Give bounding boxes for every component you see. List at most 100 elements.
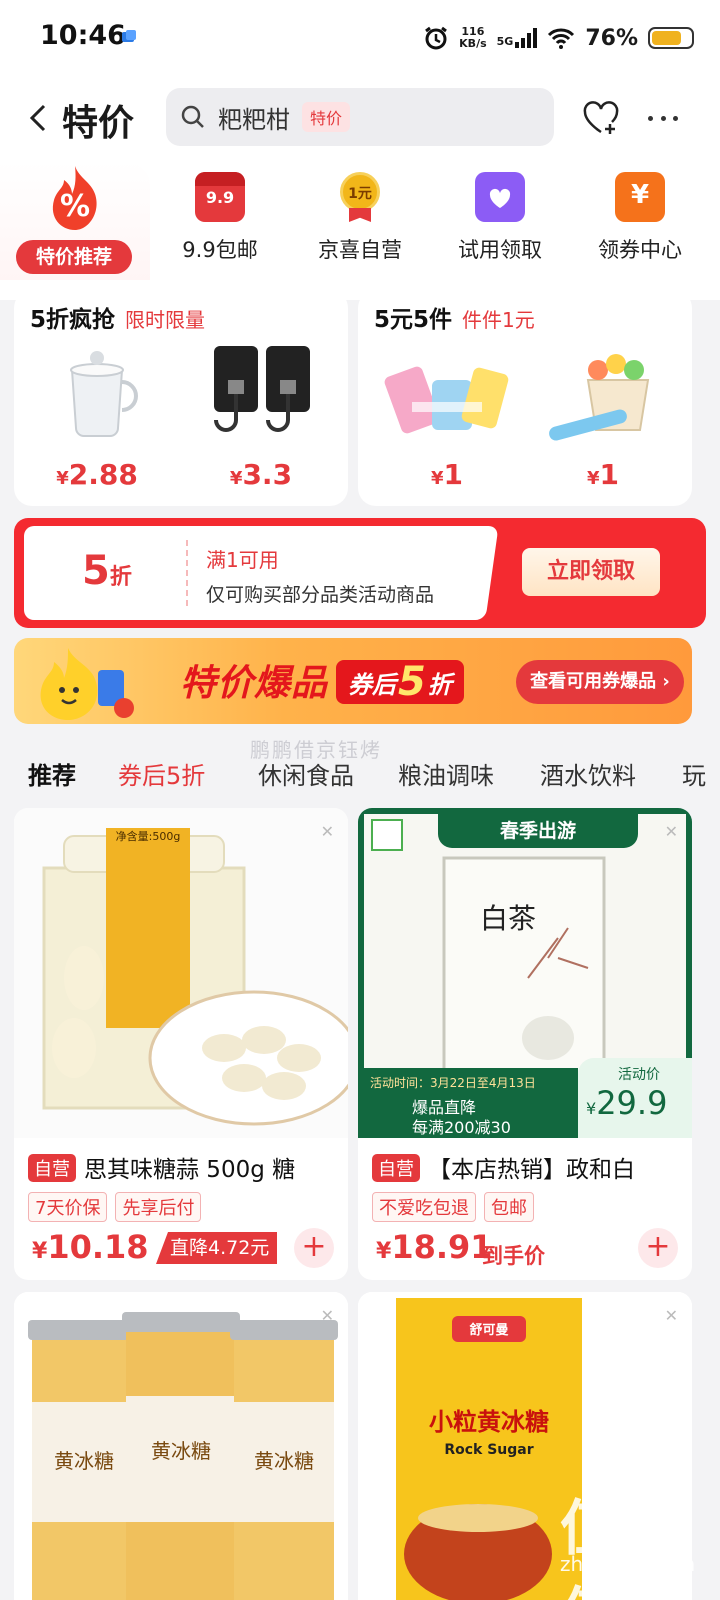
net-speed: 116 KB/s — [459, 25, 487, 50]
battery-percent: 76% — [585, 25, 638, 51]
search-tag: 特价 — [302, 102, 351, 132]
category-item-9-9-free-shipping[interactable]: 9.9 9.9包邮 — [150, 172, 290, 264]
alarm-icon — [425, 26, 448, 50]
deal-price: 1 — [443, 458, 463, 491]
wifi-icon — [548, 28, 575, 49]
flame-mascot-icon — [40, 648, 134, 720]
product-price: ¥10.18 — [32, 1228, 149, 1266]
tab-drinks[interactable]: 酒水饮料 — [540, 756, 636, 791]
more-options-icon[interactable] — [642, 98, 684, 138]
svg-text:黄冰糖: 黄冰糖 — [54, 1449, 114, 1473]
search-bar[interactable]: 粑粑柑 特价 — [166, 88, 554, 146]
gift-box-icon: 9.9 — [195, 172, 245, 222]
favorite-heart-icon[interactable] — [580, 98, 622, 138]
status-bar: 10:46 116 KB/s 5G 76% — [0, 0, 720, 76]
shopping-bag-heart-icon — [475, 172, 525, 222]
price-drop-badge: 直降4.72元 — [156, 1232, 278, 1264]
self-operated-badge: 自营 — [28, 1154, 76, 1182]
deal-card-half-price[interactable]: 5折疯抢 限时限量 ¥2.88 ¥3.3 — [14, 290, 348, 506]
coupon-ticket-icon: ¥ — [615, 172, 665, 222]
coupon-discount: 5折 — [82, 548, 132, 594]
label-text: 净含量:500g — [116, 829, 181, 843]
tab-toys[interactable]: 玩 — [682, 756, 706, 791]
puzzle-cube-image[interactable] — [372, 340, 522, 450]
header: 特价 粑粑柑 特价 — [0, 84, 720, 148]
self-operated-badge: 自营 — [372, 1154, 420, 1182]
product-card[interactable]: 白茶 春季出游 活动时间：3月22日至4月13日 爆品直降 每满200减30 活… — [358, 808, 692, 1280]
svg-text:%: % — [60, 189, 90, 224]
category-label: 试用领取 — [458, 238, 542, 262]
coin-ribbon-icon: 1元 — [335, 172, 385, 222]
deal-card-five-for-five[interactable]: 5元5件 件件1元 ¥1 ¥1 — [358, 290, 692, 506]
product-tag: 先享后付 — [115, 1192, 202, 1222]
signal-icon — [515, 28, 538, 48]
product-price: ¥18.91 — [376, 1228, 493, 1266]
category-item-trial[interactable]: 试用领取 — [430, 172, 570, 264]
site-watermark-logo: 值值值 — [560, 1494, 676, 1600]
back-arrow-icon[interactable] — [20, 98, 60, 138]
svg-text:黄冰糖: 黄冰糖 — [254, 1449, 314, 1473]
category-item-jingxi-self[interactable]: 1元 京喜自营 — [290, 172, 430, 264]
banner-title: 特价爆品 — [180, 663, 329, 704]
deal-subtitle: 限时限量 — [125, 308, 206, 332]
rock-sugar-jars-image[interactable]: 黄冰糖 黄冰糖 黄冰糖 — [14, 1292, 348, 1600]
deal-price: 2.88 — [68, 458, 138, 491]
activity-time: 活动时间：3月22日至4月13日 — [370, 1076, 536, 1090]
tab-half-price[interactable]: 券后5折 — [118, 756, 205, 791]
product-card[interactable]: 净含量:500g ✕ 自营 思其味糖蒜 500g 糖 7天价保 先享后付 ¥10.… — [14, 808, 348, 1280]
category-label: 领券中心 — [598, 238, 682, 262]
product-title: 思其味糖蒜 500g 糖 — [84, 1157, 296, 1183]
close-icon[interactable]: ✕ — [321, 1306, 334, 1325]
notification-icon — [122, 30, 136, 42]
product-tag: 7天价保 — [28, 1192, 108, 1222]
category-nav: % 特价推荐 9.9 9.9包邮 1元 京喜自营 试用领取 ¥ 领券中心 — [0, 162, 720, 280]
category-label: 特价推荐 — [16, 240, 132, 274]
tab-recommend[interactable]: 推荐 — [28, 756, 76, 791]
category-label: 9.9包邮 — [182, 238, 258, 262]
banner-discount-tag: 券后 5 折 — [336, 659, 464, 705]
wall-hooks-image[interactable] — [186, 340, 336, 450]
svg-text:小粒黄冰糖: 小粒黄冰糖 — [429, 1408, 549, 1436]
coupon-description: 仅可购买部分品类活动商品 — [206, 584, 435, 606]
close-icon[interactable]: ✕ — [321, 822, 334, 841]
category-item-deals[interactable]: % 特价推荐 — [0, 162, 150, 280]
category-label: 京喜自营 — [318, 238, 402, 262]
activity-overlay: 活动时间：3月22日至4月13日 爆品直降 每满200减30 活动价 ¥29.9 — [358, 1058, 692, 1138]
svg-text:舒可曼: 舒可曼 — [469, 1322, 508, 1338]
close-icon[interactable]: ✕ — [665, 822, 678, 841]
search-icon — [181, 105, 204, 128]
view-coupon-deals-button[interactable]: 查看可用券爆品 › — [516, 660, 684, 704]
activity-line: 每满200减30 — [412, 1118, 511, 1137]
search-query: 粑粑柑 — [218, 105, 290, 134]
flame-percent-icon: % — [52, 166, 97, 230]
svg-text:黄冰糖: 黄冰糖 — [151, 1439, 211, 1463]
promo-ribbon: 春季出游 — [438, 814, 638, 848]
activity-price: ¥29.9 — [586, 1084, 668, 1122]
glass-cup-image[interactable] — [22, 340, 172, 450]
tab-grain-oil[interactable]: 粮油调味 — [398, 756, 494, 791]
pickled-garlic-image[interactable]: 净含量:500g — [14, 808, 348, 1138]
product-title: 【本店热销】政和白 — [428, 1157, 635, 1183]
claim-coupon-button[interactable]: 立即领取 — [522, 548, 660, 596]
category-item-coupon-center[interactable]: ¥ 领券中心 — [570, 172, 710, 264]
price-note: 到手价 — [482, 1244, 545, 1268]
network-type: 5G — [496, 35, 514, 48]
tab-snacks[interactable]: 休闲食品 — [258, 756, 354, 791]
fruit-picks-image[interactable] — [528, 340, 678, 450]
status-time: 10:46 — [40, 20, 126, 51]
close-icon[interactable]: ✕ — [665, 1306, 678, 1325]
add-to-cart-button[interactable]: + — [638, 1228, 678, 1268]
category-tabs: 推荐 券后5折 休闲食品 粮油调味 酒水饮料 玩 — [0, 750, 720, 796]
product-tag: 包邮 — [484, 1192, 534, 1222]
page-title: 特价 — [62, 103, 135, 144]
deal-subtitle: 件件1元 — [462, 308, 535, 332]
add-to-cart-button[interactable]: + — [294, 1228, 334, 1268]
activity-price-label: 活动价 — [618, 1067, 660, 1083]
site-watermark-url: zhizhizhi.com — [560, 1552, 696, 1576]
product-tag: 不爱吃包退 — [372, 1192, 476, 1222]
svg-text:Rock Sugar: Rock Sugar — [444, 1442, 533, 1458]
deal-title: 5元5件 — [374, 307, 453, 333]
deal-price: 1 — [599, 458, 619, 491]
product-card[interactable]: 黄冰糖 黄冰糖 黄冰糖 ✕ — [14, 1292, 348, 1600]
hot-deals-banner[interactable]: 特价爆品 券后 5 折 查看可用券爆品 › — [14, 638, 692, 724]
